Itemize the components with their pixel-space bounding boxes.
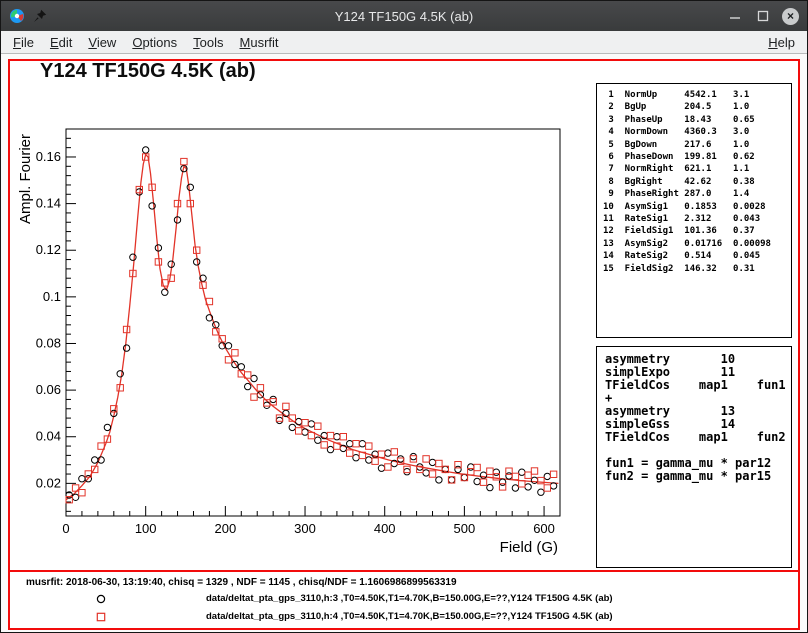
param-row: 13 AsymSig2 0.01716 0.00098 (603, 238, 791, 250)
param-row: 11 RateSig1 2.312 0.043 (603, 213, 791, 225)
param-row: 3 PhaseUp 18.43 0.65 (603, 114, 791, 126)
param-row: 7 NormRight 621.1 1.1 (603, 163, 791, 175)
legend: data/deltat_pta_gps_3110,h:3 ,T0=4.50K,T… (10, 589, 798, 625)
legend-entry: data/deltat_pta_gps_3110,h:3 ,T0=4.50K,T… (10, 589, 798, 607)
svg-text:0.04: 0.04 (36, 429, 61, 444)
param-rows: 1 NormUp 4542.1 3.1 2 BgUp 204.5 1.0 3 P… (603, 89, 791, 275)
menu-item-view[interactable]: View (80, 33, 124, 52)
svg-text:0.1: 0.1 (43, 289, 61, 304)
svg-text:Ampl. Fourier: Ampl. Fourier (17, 134, 34, 224)
plot-title: Y124 TF150G 4.5K (ab) (40, 61, 256, 83)
svg-text:0.14: 0.14 (36, 196, 61, 211)
maximize-button[interactable] (754, 7, 772, 25)
close-button[interactable]: × (782, 8, 799, 25)
theory-lines: asymmetry 10 simplExpo 11 TFieldCos map1… (605, 353, 791, 483)
param-box[interactable]: 1 NormUp 4542.1 3.1 2 BgUp 204.5 1.0 3 P… (596, 83, 792, 338)
menu-item-options[interactable]: Options (124, 33, 185, 52)
param-row: 1 NormUp 4542.1 3.1 (603, 89, 791, 101)
root-canvas[interactable]: 0 100 200 300 400 500 600 0.02 0.04 0.06 0.08 0.1 0.… (8, 59, 800, 630)
menu-item-file[interactable]: File (5, 33, 42, 52)
legend-entry: data/deltat_pta_gps_3110,h:4 ,T0=4.50K,T… (10, 607, 798, 625)
svg-text:0: 0 (62, 521, 69, 536)
plot-svg[interactable]: 0 100 200 300 400 500 600 0.02 0.04 0.06 0.08 0.1 0.… (10, 61, 602, 569)
svg-text:0.02: 0.02 (36, 475, 61, 490)
param-row: 15 FieldSig2 146.32 0.31 (603, 263, 791, 275)
canvas-wrap: 0 100 200 300 400 500 600 0.02 0.04 0.06 0.08 0.1 0.… (1, 54, 807, 632)
param-row: 2 BgUp 204.5 1.0 (603, 101, 791, 113)
svg-text:0.08: 0.08 (36, 335, 61, 350)
fit-info: musrfit: 2018-06-30, 13:19:40, chisq = 1… (26, 577, 457, 588)
window-controls: × (726, 7, 799, 25)
param-row: 10 AsymSig1 0.1853 0.0028 (603, 201, 791, 213)
menu-items-right: Help (760, 33, 803, 52)
svg-text:100: 100 (135, 521, 157, 536)
param-row: 5 BgDown 217.6 1.0 (603, 139, 791, 151)
svg-text:600: 600 (533, 521, 555, 536)
app-window: Y124 TF150G 4.5K (ab) × FileEditViewOpti… (0, 0, 808, 633)
app-icon[interactable] (9, 8, 25, 24)
window-title: Y124 TF150G 4.5K (ab) (1, 9, 807, 24)
menu-item-tools[interactable]: Tools (185, 33, 231, 52)
info-pad: musrfit: 2018-06-30, 13:19:40, chisq = 1… (10, 570, 798, 628)
param-row: 8 BgRight 42.62 0.38 (603, 176, 791, 188)
svg-text:0.12: 0.12 (36, 242, 61, 257)
param-row: 6 PhaseDown 199.81 0.62 (603, 151, 791, 163)
menu-item-edit[interactable]: Edit (42, 33, 80, 52)
param-row: 4 NormDown 4360.3 3.0 (603, 126, 791, 138)
legend-text: data/deltat_pta_gps_3110,h:4 ,T0=4.50K,T… (206, 611, 613, 622)
titlebar[interactable]: Y124 TF150G 4.5K (ab) × (1, 1, 807, 31)
menu-items-left: FileEditViewOptionsToolsMusrfit (5, 33, 287, 52)
param-row: 9 PhaseRight 287.0 1.4 (603, 188, 791, 200)
main-pad[interactable]: 0 100 200 300 400 500 600 0.02 0.04 0.06 0.08 0.1 0.… (10, 61, 798, 570)
svg-text:Field (G): Field (G) (500, 539, 558, 556)
param-row: 14 RateSig2 0.514 0.045 (603, 250, 791, 262)
theory-box[interactable]: asymmetry 10 simplExpo 11 TFieldCos map1… (596, 346, 792, 568)
menu-item-musrfit[interactable]: Musrfit (232, 33, 287, 52)
svg-text:0.06: 0.06 (36, 382, 61, 397)
svg-text:400: 400 (374, 521, 396, 536)
svg-text:0.16: 0.16 (36, 149, 61, 164)
param-row: 12 FieldSig1 101.36 0.37 (603, 225, 791, 237)
menu-item-help[interactable]: Help (760, 33, 803, 52)
svg-text:500: 500 (454, 521, 476, 536)
legend-circle-marker-icon (95, 592, 107, 604)
minimize-button[interactable] (726, 7, 744, 25)
svg-text:300: 300 (294, 521, 316, 536)
menubar: FileEditViewOptionsToolsMusrfit Help (1, 31, 807, 54)
legend-square-marker-icon (95, 610, 107, 622)
svg-text:200: 200 (215, 521, 237, 536)
pin-icon[interactable] (32, 8, 48, 24)
legend-text: data/deltat_pta_gps_3110,h:3 ,T0=4.50K,T… (206, 593, 613, 604)
